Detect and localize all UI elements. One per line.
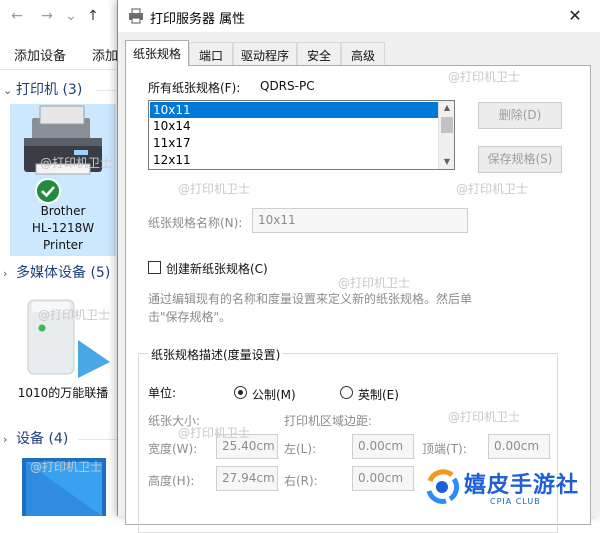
chevron-right-icon[interactable]: ›	[0, 433, 16, 446]
forms-listbox[interactable]: 10x11 10x14 11x17 12x11 ▲ ▼	[148, 100, 455, 170]
group-divider	[78, 439, 117, 440]
brand-logo-icon	[423, 468, 461, 506]
height-input[interactable]: 27.94cm	[216, 466, 278, 491]
printer-small-icon	[129, 8, 143, 24]
list-item[interactable]: 10x11	[150, 102, 438, 118]
tab-drivers[interactable]: 驱动程序	[233, 42, 297, 65]
create-new-form-label[interactable]: 创建新纸张规格(C)	[166, 260, 268, 277]
group-header-printers[interactable]: ⌄ 打印机 (3)	[0, 79, 82, 101]
print-server-properties-dialog: 打印服务器 属性 ✕ 纸张规格 端口 驱动程序 安全 高级 所有纸张规格(F):…	[117, 0, 600, 533]
printer-name-line: Brother	[40, 204, 86, 218]
metric-label[interactable]: 公制(M)	[252, 386, 296, 403]
right-margin-input[interactable]: 0.00cm	[352, 466, 414, 491]
radio-selected-dot	[238, 390, 243, 395]
margins-label: 打印机区域边距:	[284, 414, 373, 428]
dialog-title: 打印服务器 属性	[150, 12, 246, 27]
metric-radio[interactable]	[234, 386, 247, 399]
group-divider	[95, 90, 117, 91]
list-scrollbar[interactable]: ▲ ▼	[438, 101, 454, 169]
forms-tab-panel: 所有纸张规格(F): QDRS-PC 10x11 10x14 11x17 12x…	[125, 65, 591, 533]
form-name-label: 纸张规格名称(N):	[148, 216, 243, 230]
english-radio[interactable]	[340, 386, 353, 399]
monitor-icon[interactable]	[20, 456, 110, 518]
tab-advanced[interactable]: 高级	[341, 42, 385, 65]
printer-tile-brother[interactable]: Brother HL-1218W Printer	[10, 104, 116, 256]
save-form-button[interactable]: 保存规格(S)	[478, 146, 562, 173]
create-new-form-checkbox[interactable]	[148, 261, 161, 274]
group-title: 纸张规格描述(度量设置)	[148, 346, 284, 363]
right-margin-label: 右(R):	[284, 474, 318, 488]
server-name: QDRS-PC	[260, 79, 315, 93]
height-label: 高度(H):	[148, 474, 195, 488]
title-bar[interactable]: 打印服务器 属性 ✕	[118, 0, 600, 32]
english-label[interactable]: 英制(E)	[358, 386, 399, 403]
units-label: 单位:	[148, 386, 177, 400]
brand-subtitle: CPIA CLUB	[490, 497, 541, 506]
top-margin-label: 顶端(T):	[422, 442, 467, 456]
width-input[interactable]: 25.40cm	[216, 434, 278, 459]
list-item[interactable]: 12x11	[150, 152, 438, 168]
default-printer-check-icon	[35, 178, 61, 204]
scroll-down-icon[interactable]: ▼	[439, 155, 454, 169]
add-printer-button[interactable]: 添加	[92, 45, 118, 64]
forward-arrow-icon[interactable]: →	[38, 6, 56, 26]
printer-icon	[24, 105, 102, 175]
chevron-right-icon[interactable]: ›	[0, 267, 16, 280]
paper-size-label: 纸张大小:	[148, 414, 201, 428]
tab-ports[interactable]: 端口	[189, 42, 233, 65]
width-label: 宽度(W):	[148, 442, 198, 456]
scroll-thumb[interactable]	[441, 117, 453, 133]
left-margin-input[interactable]: 0.00cm	[352, 434, 414, 459]
media-device-icon	[27, 299, 110, 378]
add-device-button[interactable]: 添加设备	[14, 45, 66, 64]
back-arrow-icon[interactable]: ←	[8, 6, 26, 26]
chevron-down-icon[interactable]: ⌄	[0, 84, 16, 97]
form-name-input[interactable]: 10x11	[252, 208, 468, 233]
delete-button[interactable]: 删除(D)	[478, 102, 562, 129]
media-device-tile[interactable]: 1010的万能联播	[10, 292, 116, 404]
printer-name-line: Printer	[43, 238, 83, 252]
up-arrow-icon[interactable]: ↑	[84, 6, 102, 26]
left-margin-label: 左(L):	[284, 442, 317, 456]
media-device-label: 1010的万能联播	[17, 386, 109, 400]
chevron-down-icon[interactable]: ⌄	[62, 6, 80, 26]
list-item[interactable]: 10x14	[150, 118, 438, 134]
scroll-up-icon[interactable]: ▲	[439, 101, 454, 115]
tab-security[interactable]: 安全	[297, 42, 341, 65]
tab-forms[interactable]: 纸张规格	[125, 40, 189, 66]
brand-name: 嬉皮手游社	[464, 473, 580, 498]
printer-name-line: HL-1218W	[31, 221, 95, 235]
group-header-devices[interactable]: › 设备 (4)	[0, 428, 68, 450]
brand-watermark: 嬉皮手游社 CPIA CLUB	[420, 464, 598, 510]
help-text-line: 通过编辑现有的名称和度量设置来定义新的纸张规格。然后单	[148, 292, 473, 306]
help-text-line: 击"保存规格"。	[148, 310, 232, 324]
top-margin-input[interactable]: 0.00cm	[488, 434, 550, 459]
all-forms-label: 所有纸张规格(F):	[148, 81, 241, 95]
close-icon[interactable]: ✕	[555, 2, 595, 30]
group-header-multimedia[interactable]: › 多媒体设备 (5)	[0, 262, 110, 284]
list-item[interactable]: 11x17	[150, 135, 438, 151]
